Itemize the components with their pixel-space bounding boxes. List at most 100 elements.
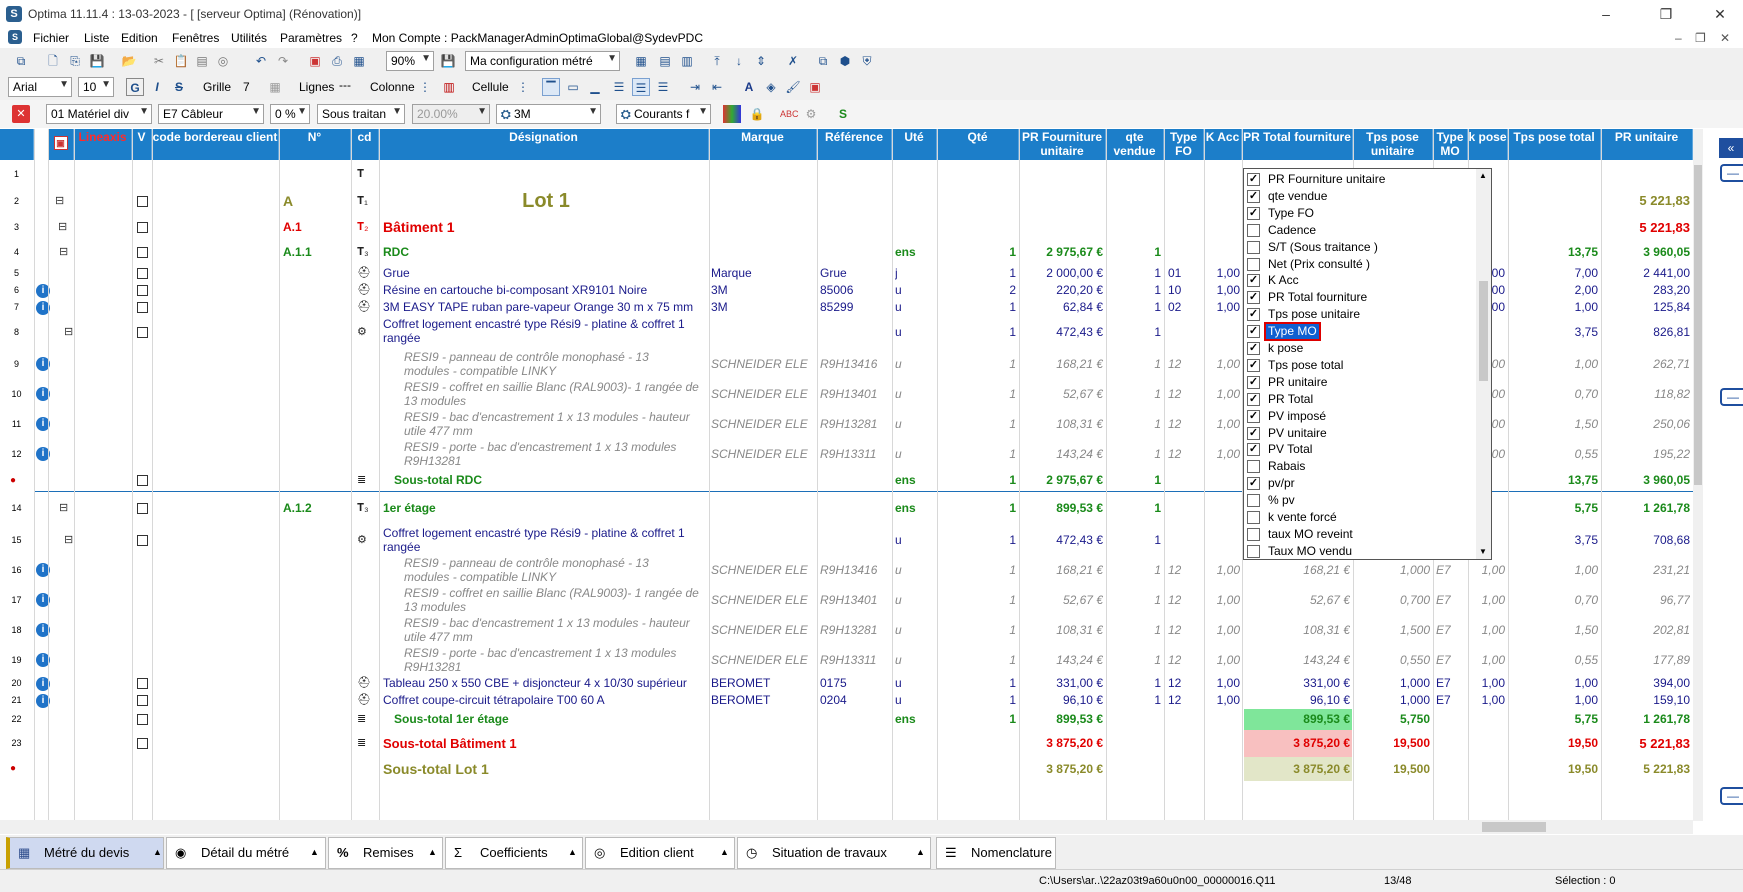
paste-icon[interactable]: 📋 [172, 52, 190, 70]
italic-button[interactable]: I [148, 78, 166, 96]
close-button[interactable]: ✕ [1697, 0, 1743, 28]
config-select[interactable]: Ma configuration métré ▼ [465, 51, 620, 71]
column-option[interactable]: k vente forcé [1246, 509, 1476, 526]
popup-scroll-up-icon[interactable]: ▲ [1479, 171, 1487, 180]
cd-icon[interactable]: ≣ [357, 709, 366, 730]
bold-button[interactable]: G [126, 78, 144, 96]
marque-cell[interactable]: BEROMET [711, 675, 815, 692]
settings-gray-icon[interactable]: ⚙ [802, 105, 820, 123]
menu-parametres[interactable]: Paramètres [280, 31, 342, 45]
align-center-icon[interactable]: ☰ [632, 78, 650, 96]
clipboard-icon[interactable]: ▤ [193, 52, 211, 70]
cell-bottom-icon[interactable]: ▁ [586, 78, 604, 96]
designation-cell[interactable]: RESI9 - bac d'encastrement 1 x 13 module… [404, 616, 709, 630]
preview-icon[interactable]: ▦ [350, 52, 368, 70]
designation-cell[interactable]: Coffret logement encastré type Rési9 - p… [383, 526, 709, 540]
colors-icon[interactable] [723, 105, 741, 123]
undo-icon[interactable]: ↶ [252, 52, 270, 70]
marque-cell[interactable]: 3M [711, 299, 815, 316]
unchecked-icon[interactable] [1247, 240, 1260, 254]
sous-traitance-select[interactable]: Sous traitan ▼ [317, 104, 405, 124]
column-option[interactable]: ✓ k pose [1246, 340, 1476, 357]
grid-icon-3[interactable]: ▥ [678, 52, 696, 70]
font-size-select[interactable]: 10 ▼ [78, 77, 114, 97]
cd-icon[interactable]: ⚙ [357, 316, 367, 349]
open-icon[interactable]: 📂 [120, 52, 138, 70]
cd-icon[interactable]: ⛑ [357, 299, 371, 316]
pr-unitaire-cell[interactable]: 5 221,83 [1570, 215, 1690, 240]
pr-fourniture-cell[interactable]: 3 875,20 € [983, 730, 1103, 757]
menu-account[interactable]: Mon Compte : PackManagerAdminOptimaGloba… [372, 31, 703, 45]
column-icon[interactable]: ⋮ [416, 78, 434, 96]
move-top-icon[interactable]: ⤒ [708, 52, 726, 70]
horizontal-scrollbar[interactable] [0, 820, 1693, 834]
side-collapse-2-icon[interactable]: — [1720, 388, 1743, 406]
header-lineaxis[interactable]: Lineaxis [74, 129, 132, 160]
cd-icon[interactable]: 𝐓₃ [357, 240, 369, 265]
column-option[interactable]: ✓ qte vendue [1246, 188, 1476, 205]
header-type-mo[interactable]: Type MO [1433, 129, 1468, 160]
row-checkbox[interactable] [137, 268, 148, 279]
row-checkbox[interactable] [137, 222, 148, 233]
grid-icon-2[interactable]: ▤ [656, 52, 674, 70]
header-pr-unitaire[interactable]: PR unitaire [1601, 129, 1693, 160]
marque-cell[interactable]: SCHNEIDER ELE [711, 379, 815, 409]
designation-cell[interactable]: Tableau 250 x 550 CBE + disjoncteur 4 x … [383, 675, 709, 692]
collapse-toggle-icon[interactable]: ⊟ [59, 240, 68, 265]
menu-edition[interactable]: Edition [121, 31, 158, 45]
column-option[interactable]: ✓ PV unitaire [1246, 425, 1476, 442]
unchecked-icon[interactable] [1247, 257, 1260, 271]
copy-doc-icon[interactable]: ⎘ [66, 52, 84, 70]
pr-unitaire-cell[interactable]: 262,71 [1570, 349, 1690, 379]
redo-icon[interactable]: ↷ [274, 52, 292, 70]
reference-cell[interactable]: 85299 [820, 299, 853, 316]
row-checkbox[interactable] [137, 534, 148, 546]
qte-vendue-cell[interactable]: 1 [1041, 316, 1161, 349]
menu-fichier[interactable]: Fichier [33, 31, 69, 45]
row-checkbox[interactable] [137, 195, 148, 207]
k-acc-cell[interactable]: 1,00 [1120, 349, 1240, 379]
header-code[interactable]: code bordereau client [152, 129, 279, 160]
collapse-toggle-icon[interactable]: ⊟ [64, 316, 73, 349]
designation-cell-line2[interactable]: 13 modules [404, 600, 709, 614]
indent-icon[interactable]: ⇥ [686, 78, 704, 96]
checked-icon[interactable]: ✓ [1247, 291, 1260, 305]
column-option[interactable]: ✓ K Acc [1246, 272, 1476, 289]
pr-unitaire-cell[interactable]: 5 221,83 [1570, 757, 1690, 781]
qte-vendue-cell[interactable]: 1 [1041, 525, 1161, 555]
designation-cell-line2[interactable]: utile 477 mm [404, 630, 709, 644]
reference-cell[interactable]: R9H13401 [820, 585, 877, 615]
reference-cell[interactable]: R9H13416 [820, 349, 877, 379]
column-option[interactable]: ✓ PR Total fourniture [1246, 289, 1476, 306]
checked-icon[interactable]: ✓ [1247, 426, 1260, 440]
k-acc-cell[interactable]: 1,00 [1120, 615, 1240, 645]
reference-cell[interactable]: R9H13311 [820, 439, 876, 469]
header-qte-vendue[interactable]: qte vendue [1106, 129, 1164, 160]
row-checkbox[interactable] [137, 327, 148, 338]
checked-icon[interactable]: ✓ [1247, 173, 1260, 186]
brand-select[interactable]: ⛭ 3M ▼ [496, 104, 601, 124]
column-option[interactable]: Cadence [1246, 222, 1476, 239]
checked-icon[interactable]: ✓ [1247, 392, 1260, 406]
k-acc-cell[interactable]: 1,00 [1120, 675, 1240, 692]
designation-cell-line2[interactable]: rangée [383, 331, 709, 345]
row-checkbox[interactable] [137, 695, 148, 706]
marque-cell[interactable]: 3M [711, 282, 815, 299]
reference-cell[interactable]: R9H13281 [820, 615, 877, 645]
k-acc-cell[interactable]: 1,00 [1120, 379, 1240, 409]
row-numero[interactable]: A.1.1 [283, 240, 312, 265]
designation-cell-line2[interactable]: R9H13281 [404, 660, 709, 674]
pr-unitaire-cell[interactable]: 1 261,78 [1570, 492, 1690, 525]
font-select[interactable]: Arial ▼ [8, 77, 72, 97]
header-tps-pose-unitaire[interactable]: Tps pose unitaire [1353, 129, 1433, 160]
designation-cell[interactable]: RESI9 - panneau de contrôle monophasé - … [404, 556, 709, 570]
k-acc-cell[interactable]: 1,00 [1120, 265, 1240, 282]
tab-pin-icon[interactable]: ▲ [720, 837, 729, 867]
tab-situation-de-travaux[interactable]: ◷ Situation de travaux ▲ [737, 837, 931, 869]
menu-utilites[interactable]: Utilités [231, 31, 267, 45]
designation-cell[interactable]: Lot 1 [383, 187, 709, 215]
unchecked-icon[interactable] [1247, 544, 1260, 558]
delete-icon[interactable]: ✕ [12, 105, 30, 123]
header-marque[interactable]: Marque [709, 129, 817, 160]
zoom-select[interactable]: 90% ▼ [386, 51, 434, 71]
